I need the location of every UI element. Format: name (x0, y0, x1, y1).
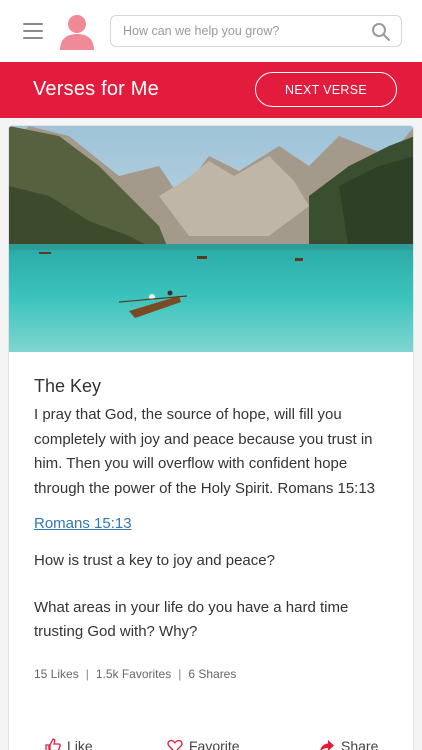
section-banner: Verses for Me NEXT VERSE (0, 62, 422, 118)
card-body: The Key I pray that God, the source of h… (34, 376, 399, 681)
user-avatar-icon[interactable] (59, 13, 95, 51)
likes-count: 15 Likes (34, 666, 79, 681)
verse-text: I pray that God, the source of hope, wil… (34, 406, 376, 497)
engagement-stats: 15 Likes | 1.5k Favorites | 6 Shares (34, 667, 399, 681)
lake-mountains-image (9, 126, 413, 352)
search-bar (110, 15, 402, 47)
like-label: Like (67, 738, 93, 750)
hamburger-menu-icon[interactable] (23, 23, 43, 39)
next-verse-button[interactable]: NEXT VERSE (255, 72, 397, 107)
heart-icon (167, 739, 183, 750)
shares-count: 6 Shares (188, 666, 237, 681)
share-label: Share (341, 738, 379, 750)
banner-title: Verses for Me (33, 78, 159, 100)
stats-separator: | (178, 666, 182, 681)
card-actions: Like Favorite Share (9, 738, 413, 750)
reflection-question-2: What areas in your life do you have a ha… (34, 598, 349, 641)
like-button[interactable]: Like (45, 738, 93, 750)
verse-reference-link[interactable]: Romans 15:13 (34, 515, 132, 532)
thumbs-up-icon (45, 738, 61, 750)
reflection-question-1: How is trust a key to joy and peace? (34, 552, 275, 569)
favorites-count: 1.5k Favorites (95, 666, 172, 681)
search-icon[interactable] (371, 22, 391, 42)
share-arrow-icon (320, 740, 334, 750)
share-button[interactable]: Share (319, 738, 378, 750)
search-input[interactable] (111, 16, 366, 46)
favorite-button[interactable]: Favorite (167, 738, 240, 750)
stats-separator: | (85, 666, 89, 681)
verse-card: The Key I pray that God, the source of h… (8, 125, 414, 750)
verse-title: The Key (34, 376, 102, 396)
top-bar (0, 0, 422, 62)
favorite-label: Favorite (189, 738, 240, 750)
